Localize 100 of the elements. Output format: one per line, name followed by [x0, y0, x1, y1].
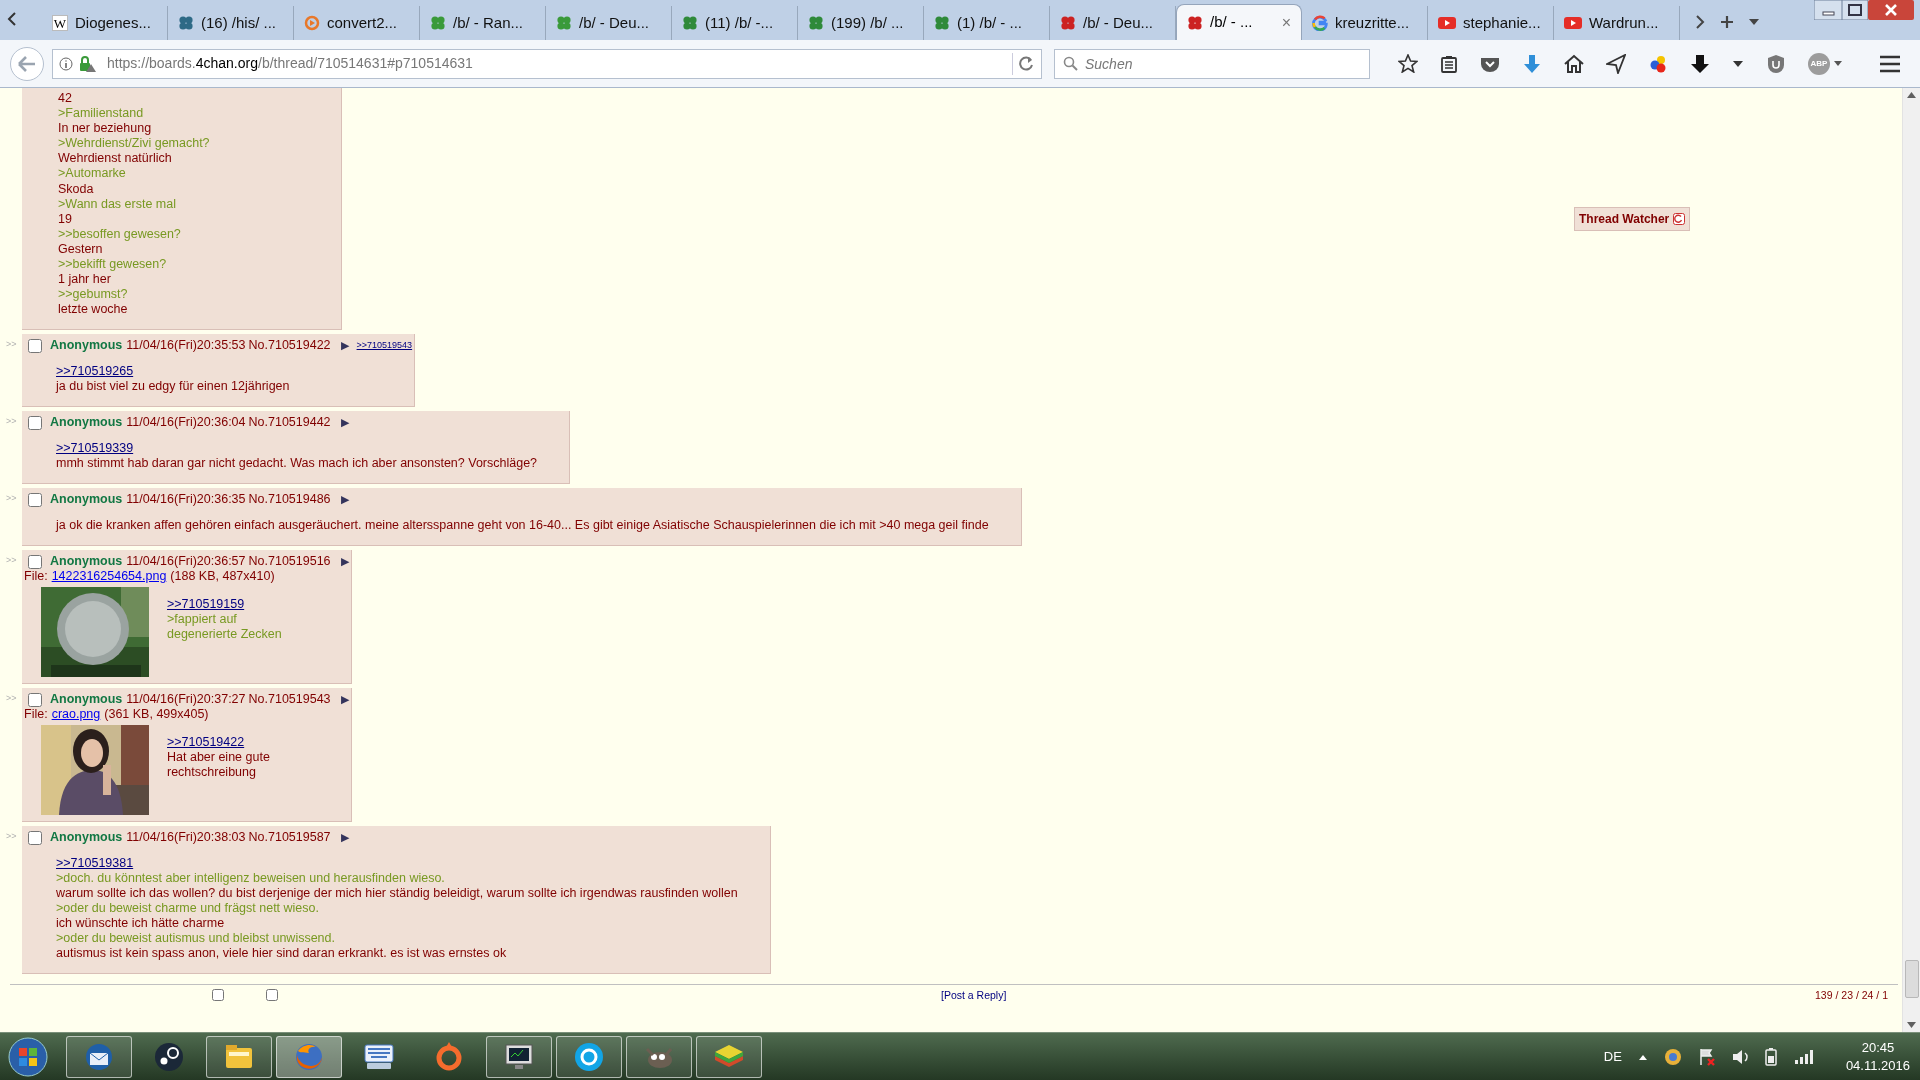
greentext: degenerierte Zecken — [167, 627, 282, 642]
volume-icon[interactable] — [1731, 1047, 1748, 1066]
checkbox[interactable] — [212, 989, 224, 1001]
post-menu-arrow[interactable]: ▶ — [340, 415, 349, 430]
post-number[interactable]: No.710519486 — [248, 492, 331, 507]
greentext: >oder du beweist charme und frägst nett wieso. — [56, 901, 320, 916]
lock-warning-icon[interactable] — [79, 55, 97, 72]
arrow-down-icon[interactable] — [1690, 53, 1710, 74]
home-icon[interactable] — [1564, 54, 1584, 73]
clock-time[interactable]: 20:45 — [1861, 1038, 1895, 1057]
post-text: rechtschreibung — [167, 765, 257, 780]
side-marker: >> — [6, 554, 18, 567]
post-menu-arrow[interactable]: ▶ — [340, 492, 349, 507]
greentext: >>gebumst? — [58, 287, 129, 303]
post-checkbox[interactable] — [28, 492, 42, 507]
post-checkbox[interactable] — [28, 415, 42, 430]
post-checkbox[interactable] — [28, 554, 42, 569]
colored-dots-icon[interactable] — [1648, 53, 1668, 74]
post-text: letzte woche — [58, 302, 129, 318]
post-date: 11/04/16(Fri)20:38:03 — [126, 830, 246, 845]
dropdown-icon[interactable] — [1748, 18, 1760, 26]
checkbox[interactable] — [266, 989, 278, 1001]
wikipedia-icon: W — [52, 15, 68, 31]
post-number[interactable]: No.710519516 — [248, 554, 331, 569]
greentext: >Automarke — [58, 166, 127, 182]
url-field[interactable]: https://boards.4chan.org/b/thread/710514631#p710514631 — [52, 48, 1042, 79]
greentext: >fappiert auf — [167, 612, 238, 627]
backlink[interactable]: >>710519543 — [356, 338, 413, 353]
post-date: 11/04/16(Fri)20:35:53 — [126, 338, 246, 353]
shield-icon[interactable] — [1766, 53, 1786, 74]
post-date: 11/04/16(Fri)20:36:57 — [126, 554, 246, 569]
poster-name: Anonymous — [50, 415, 123, 430]
side-marker: >> — [6, 692, 18, 705]
clock-date[interactable]: 04.11.2016 — [1845, 1056, 1910, 1075]
taskbar-button[interactable] — [556, 1035, 622, 1078]
clipboard-icon[interactable] — [1440, 54, 1458, 73]
language-indicator[interactable]: DE — [1603, 1046, 1622, 1067]
close-icon[interactable] — [1868, 0, 1914, 20]
taskbar-button[interactable] — [206, 1035, 272, 1078]
poster-name: Anonymous — [50, 830, 123, 845]
download-icon[interactable] — [1522, 53, 1542, 74]
taskbar-button[interactable] — [66, 1035, 132, 1078]
file-link[interactable]: crao.png — [51, 707, 101, 722]
post-checkbox[interactable] — [28, 830, 42, 845]
panel-title: Thread Watcher — [1579, 211, 1670, 228]
taskbar-button[interactable] — [486, 1035, 552, 1078]
quote-link[interactable]: >>710519381 — [56, 856, 134, 871]
post-text: 42 — [58, 91, 73, 107]
refresh-icon[interactable] — [1673, 213, 1686, 225]
post-number[interactable]: No.710519587 — [248, 830, 331, 845]
dropdown-icon[interactable] — [1732, 59, 1744, 68]
star-icon[interactable] — [1398, 54, 1418, 73]
quote-link[interactable]: >>710519422 — [167, 735, 245, 750]
post-text: 1 jahr her — [58, 272, 112, 288]
back-arrow-icon — [18, 55, 36, 72]
dropdown-icon[interactable] — [1833, 60, 1843, 67]
post-menu-arrow[interactable]: ▶ — [340, 338, 349, 353]
post-number[interactable]: No.710519422 — [248, 338, 331, 353]
post-text: warum sollte ich das wollen? du bist derjenige der mich hier ständig beleidigt, warum sollte ich irgendwas rausfinden wollen — [56, 886, 738, 901]
post-checkbox[interactable] — [28, 338, 42, 353]
send-icon[interactable] — [1606, 53, 1626, 74]
menu-icon[interactable] — [1879, 53, 1901, 74]
scroll-right-icon[interactable] — [1694, 14, 1706, 30]
greentext: >Wehrdienst/Zivi gemacht? — [58, 136, 211, 152]
scroll-down-icon[interactable] — [1907, 1022, 1916, 1028]
info-icon[interactable] — [59, 56, 73, 71]
quote-link[interactable]: >>710519265 — [56, 364, 134, 379]
scroll-left-icon[interactable] — [6, 10, 18, 28]
quote-link[interactable]: >>710519339 — [56, 441, 134, 456]
maximize-icon[interactable] — [1842, 0, 1868, 20]
poster-name: Anonymous — [50, 692, 123, 707]
tray-app-icon[interactable] — [1663, 1047, 1682, 1066]
post-number[interactable]: No.710519543 — [248, 692, 331, 707]
scrollbar-thumb[interactable] — [1904, 960, 1919, 998]
battery-icon[interactable] — [1763, 1047, 1778, 1066]
post-text: Gestern — [58, 241, 104, 258]
greentext: >>bekifft gewesen? — [58, 257, 168, 273]
browser-tab[interactable]: /b/ - ... × — [1176, 4, 1302, 40]
search-field[interactable]: Suchen — [1054, 48, 1370, 79]
close-tab-button[interactable]: × — [1281, 14, 1291, 31]
post-reply-link[interactable]: [Post a Reply] — [941, 989, 1007, 1001]
post-menu-arrow[interactable]: ▶ — [340, 830, 349, 845]
signal-icon[interactable] — [1793, 1048, 1814, 1065]
post-checkbox[interactable] — [28, 692, 42, 707]
post-menu-arrow[interactable]: ▶ — [340, 554, 349, 569]
post-number[interactable]: No.710519442 — [248, 415, 331, 430]
thread-watcher-panel[interactable]: Thread Watcher — [1574, 207, 1691, 231]
play-circle-icon — [304, 15, 320, 31]
file-link[interactable]: 1422316254654.png — [51, 569, 167, 584]
action-center-icon[interactable] — [1697, 1047, 1716, 1066]
thread-stats: 139 / 23 / 24 / 1 — [1815, 989, 1888, 1001]
new-tab-icon[interactable] — [1720, 15, 1734, 29]
quote-link[interactable]: >>710519159 — [167, 597, 245, 612]
taskbar-button[interactable] — [696, 1035, 762, 1078]
reload-icon[interactable] — [1019, 55, 1035, 72]
poster-name: Anonymous — [50, 338, 123, 353]
scroll-up-icon[interactable] — [1907, 92, 1916, 98]
post-text: In ner beziehung — [58, 121, 153, 137]
post-text: 19 — [58, 211, 73, 227]
post-menu-arrow[interactable]: ▶ — [340, 692, 349, 707]
